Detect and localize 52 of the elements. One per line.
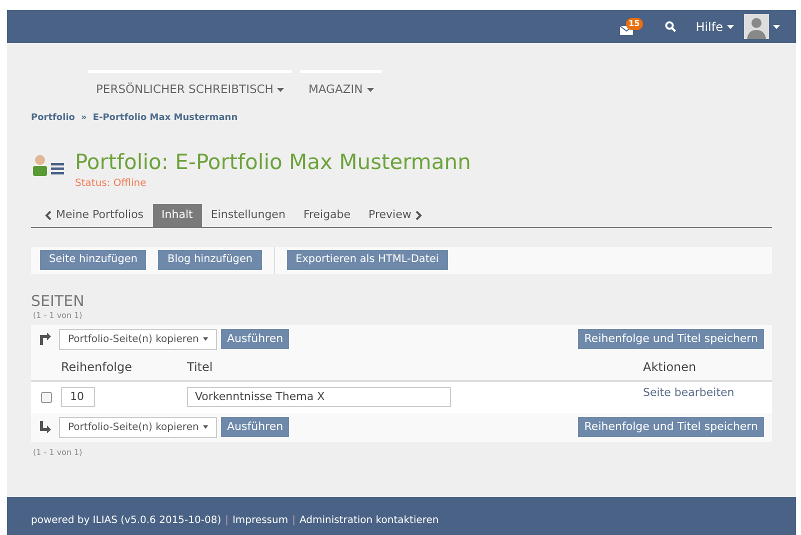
column-header: Titel (187, 358, 214, 376)
search-icon[interactable] (664, 21, 676, 32)
main-menu-item[interactable]: MAGAZIN (300, 70, 382, 104)
save-button[interactable]: Reihenfolge und Titel speichern (578, 417, 764, 438)
tab[interactable]: Einstellungen (202, 204, 294, 227)
tab[interactable]: Meine Portfolios (36, 204, 153, 227)
caret-icon (366, 88, 374, 92)
action-select[interactable]: Portfolio-Seite(n) kopieren (59, 328, 217, 350)
page-title: Portfolio: E-Portfolio Max Mustermann (75, 148, 471, 176)
footer-text: powered by ILIAS (v5.0.6 2015-10-08) (31, 514, 222, 528)
section-title: SEITEN (31, 292, 86, 310)
run-button[interactable]: Ausführen (221, 329, 290, 350)
column-header: Aktionen (643, 358, 696, 376)
arrow-down-right-icon (39, 421, 51, 434)
breadcrumb-link[interactable]: Portfolio (31, 112, 75, 126)
breadcrumb-separator: » (80, 112, 87, 126)
footer-link[interactable]: Administration kontaktieren (299, 513, 439, 528)
tab[interactable]: Inhalt (152, 204, 202, 227)
run-button[interactable]: Ausführen (221, 417, 290, 438)
action-select[interactable]: Portfolio-Seite(n) kopieren (59, 416, 217, 438)
item-count: (1 - 1 von 1) (33, 446, 84, 459)
chevron-right-icon (415, 210, 422, 220)
toolbar-button[interactable]: Blog hinzufügen (158, 250, 262, 270)
title-field[interactable]: Vorkenntnisse Thema X (187, 387, 451, 408)
tab[interactable]: Freigabe (294, 204, 360, 227)
footer-separator: | (292, 514, 296, 528)
footer-link[interactable]: Impressum (232, 513, 288, 528)
mail-badge: 15 (626, 18, 643, 30)
caret-icon (727, 24, 734, 28)
row-checkbox[interactable] (40, 392, 52, 403)
caret-icon (277, 88, 284, 92)
help-menu[interactable]: Hilfe (696, 18, 734, 36)
user-menu[interactable] (744, 14, 780, 39)
mail-button[interactable]: 15 (620, 18, 643, 35)
dropdown-caret-icon (202, 337, 208, 342)
chevron-left-icon (45, 210, 52, 220)
caret-icon (773, 24, 780, 28)
breadcrumb-link[interactable]: E-Portfolio Max Mustermann (92, 112, 238, 126)
order-field[interactable]: 10 (61, 387, 95, 408)
main-menu-item[interactable]: PERSÖNLICHER SCHREIBTISCH (88, 70, 292, 104)
footer-separator: | (225, 514, 228, 528)
toolbar-button[interactable]: Seite hinzufügen (40, 250, 146, 270)
dropdown-caret-icon (202, 425, 208, 430)
edit-page-link[interactable]: Seite bearbeiten (643, 384, 734, 402)
avatar-icon (744, 14, 769, 39)
tab[interactable]: Preview (360, 204, 432, 227)
column-header: Reihenfolge (61, 358, 134, 376)
toolbar-button[interactable]: Exportieren als HTML-Datei (286, 250, 448, 270)
arrow-up-right-icon (39, 333, 51, 346)
item-count: (1 - 1 von 1) (33, 310, 84, 322)
save-button[interactable]: Reihenfolge und Titel speichern (578, 329, 764, 350)
status-text: Status: Offline (75, 176, 148, 191)
